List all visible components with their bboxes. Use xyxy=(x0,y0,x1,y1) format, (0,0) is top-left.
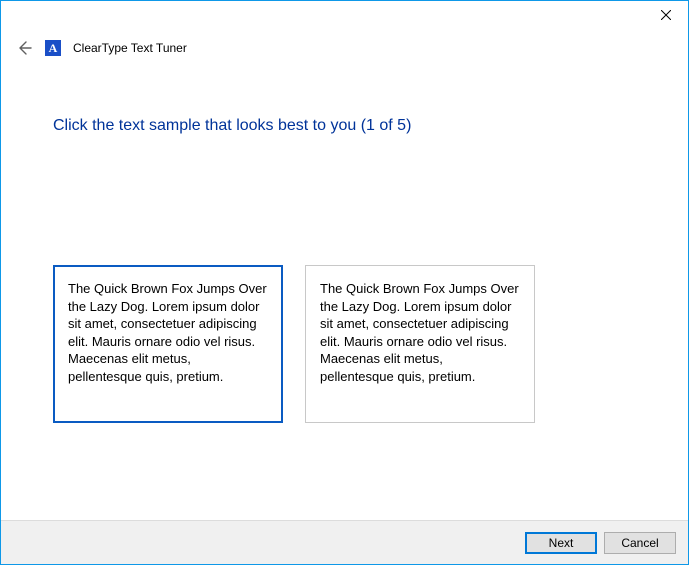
sample-row: The Quick Brown Fox Jumps Over the Lazy … xyxy=(53,265,636,423)
close-icon xyxy=(661,10,671,20)
titlebar xyxy=(1,1,688,31)
next-button[interactable]: Next xyxy=(525,532,597,554)
window: A ClearType Text Tuner Click the text sa… xyxy=(0,0,689,565)
cancel-button[interactable]: Cancel xyxy=(604,532,676,554)
close-button[interactable] xyxy=(643,1,688,29)
app-title: ClearType Text Tuner xyxy=(73,41,187,55)
sample-text: The Quick Brown Fox Jumps Over the Lazy … xyxy=(320,281,519,384)
back-arrow-icon xyxy=(16,40,32,56)
text-sample-1[interactable]: The Quick Brown Fox Jumps Over the Lazy … xyxy=(53,265,283,423)
content-area: Click the text sample that looks best to… xyxy=(1,57,688,520)
footer: Next Cancel xyxy=(1,520,688,564)
page-heading: Click the text sample that looks best to… xyxy=(53,117,636,135)
back-button[interactable] xyxy=(15,39,33,57)
app-icon: A xyxy=(45,40,61,56)
header-row: A ClearType Text Tuner xyxy=(1,31,688,57)
app-icon-letter: A xyxy=(49,41,58,56)
sample-text: The Quick Brown Fox Jumps Over the Lazy … xyxy=(68,281,267,384)
text-sample-2[interactable]: The Quick Brown Fox Jumps Over the Lazy … xyxy=(305,265,535,423)
